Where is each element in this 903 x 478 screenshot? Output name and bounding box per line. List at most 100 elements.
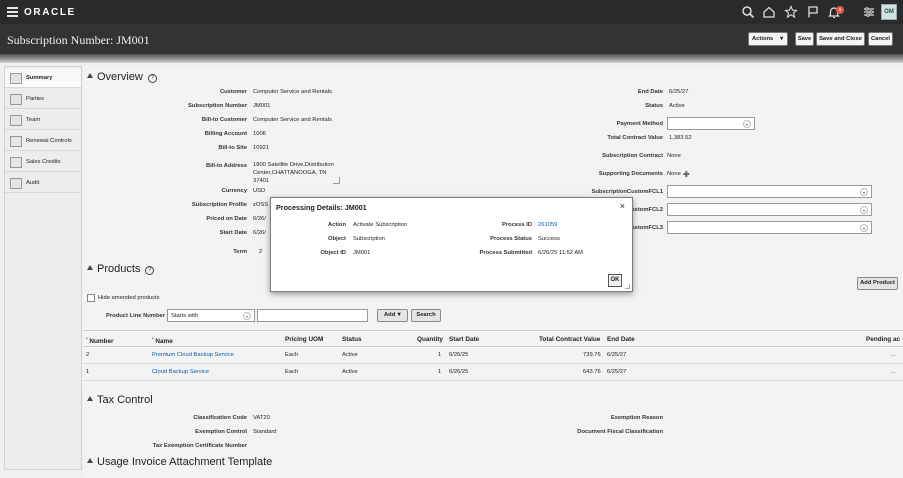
row-total-value: 643.76	[583, 369, 601, 375]
row-number: 2	[86, 352, 90, 358]
exemption-control-value: Standard	[253, 429, 277, 435]
save-and-close-button[interactable]: Save and Close	[816, 32, 865, 46]
sidebar-item-renewal-controls[interactable]: Renewal Controls	[5, 132, 81, 151]
object-label: Object	[327, 236, 346, 242]
customer-value: Computer Service and Rentals	[253, 89, 332, 95]
sidebar-item-sales-credits[interactable]: Sales Credits	[5, 153, 81, 172]
sidebar-item-label: Parties	[26, 96, 45, 102]
custom-fcl2-select[interactable]	[667, 203, 872, 216]
help-icon[interactable]: ?	[147, 74, 157, 83]
overview-section-header[interactable]: Overview?	[87, 71, 157, 83]
hide-amended-checkbox[interactable]	[87, 294, 95, 302]
ok-button[interactable]: OK	[608, 274, 622, 287]
row-pending-actions[interactable]: ...	[891, 369, 896, 375]
column-header-name[interactable]: * Name	[152, 336, 173, 345]
save-button[interactable]: Save	[795, 32, 814, 46]
tax-control-section-header[interactable]: Tax Control	[87, 394, 153, 406]
payment-method-label: Payment Method	[616, 121, 663, 127]
add-label: Add	[384, 312, 396, 318]
row-quantity: 1	[438, 369, 442, 375]
column-header-end-date[interactable]: End Date	[607, 336, 635, 343]
process-status-label: Process Status	[490, 236, 532, 242]
column-header-number[interactable]: * Number	[86, 336, 114, 345]
row-end-date: 6/25/27	[607, 352, 627, 358]
row-total-value: 739.76	[583, 352, 601, 358]
document-fiscal-classification-label: Document Fiscal Classification	[577, 429, 663, 435]
tax-exemption-certificate-label: Tax Exemption Certificate Number	[152, 443, 247, 449]
column-header-total-contract-value[interactable]: Total Contract Value	[539, 336, 600, 343]
search-icon[interactable]	[741, 5, 755, 19]
table-row[interactable]: 1 Cloud Backup Service Each Active 1 6/2…	[83, 364, 903, 381]
custom-fcl1-label: SubscriptionCustomFCL1	[591, 189, 664, 195]
actions-menu-button[interactable]: Actions ▾	[748, 32, 788, 46]
custom-fcl3-select[interactable]	[667, 221, 872, 234]
billing-account-value: 1006	[253, 131, 266, 137]
sidebar-item-summary[interactable]: Summary	[5, 69, 81, 88]
sidebar-item-audit[interactable]: Audit	[5, 174, 81, 193]
process-submitted-label: Process Submitted	[479, 250, 532, 256]
bill-to-address-line2: Center,CHATTANOOGA, TN	[253, 170, 327, 176]
subscription-profile-value: zOSS	[253, 202, 269, 208]
column-header-start-date[interactable]: Start Date	[449, 336, 479, 343]
column-header-pending-actions[interactable]: Pending ac	[866, 336, 900, 343]
column-header-status[interactable]: Status	[342, 336, 362, 343]
usage-invoice-section-header[interactable]: Usage Invoice Attachment Template	[87, 456, 272, 468]
add-product-button[interactable]: Add Product	[857, 277, 898, 290]
add-document-icon[interactable]: ✚	[683, 170, 690, 179]
end-date-value: 6/25/27	[669, 89, 689, 95]
user-avatar[interactable]: OM	[881, 4, 897, 20]
chevron-down-icon	[860, 224, 868, 232]
start-date-value: 6/26/	[253, 230, 266, 236]
page-title: Subscription Number: JM001	[7, 33, 150, 47]
settings-sliders-icon[interactable]	[862, 5, 876, 19]
page-header: Subscription Number: JM001 Actions ▾ Sav…	[0, 24, 903, 54]
status-value: Active	[669, 103, 685, 109]
sidebar-item-parties[interactable]: Parties	[5, 90, 81, 109]
close-icon[interactable]: ×	[620, 201, 625, 211]
row-status: Active	[342, 369, 358, 375]
row-status: Active	[342, 352, 358, 358]
hide-amended-label: Hide amended products	[98, 295, 160, 301]
flag-icon[interactable]	[806, 5, 820, 19]
column-header-quantity[interactable]: Quantity	[417, 336, 443, 343]
customer-label: Customer	[219, 89, 247, 95]
favorites-star-icon[interactable]	[784, 5, 798, 19]
product-name-link[interactable]: Premium Cloud Backup Service	[152, 352, 234, 358]
sidebar-item-team[interactable]: Team	[5, 111, 81, 130]
row-pending-actions[interactable]: ...	[891, 352, 896, 358]
usage-invoice-heading: Usage Invoice Attachment Template	[97, 456, 273, 468]
dialog-resize-handle-icon[interactable]	[625, 284, 630, 289]
column-header-pricing-uom[interactable]: Pricing UOM	[285, 336, 323, 343]
resize-handle-icon[interactable]	[333, 177, 340, 184]
caret-down-icon: ▼	[396, 312, 402, 318]
process-submitted-value: 6/26/25 11:52 AM	[538, 250, 584, 256]
custom-fcl1-select[interactable]	[667, 185, 872, 198]
end-date-label: End Date	[637, 89, 663, 95]
process-status-value: Success	[538, 236, 560, 242]
row-uom: Each	[285, 352, 299, 358]
table-row[interactable]: 2 Premium Cloud Backup Service Each Acti…	[83, 347, 903, 364]
row-start-date: 6/26/25	[449, 369, 469, 375]
products-heading: Products	[97, 263, 141, 275]
bill-to-customer-value: Computer Service and Rentals	[253, 117, 332, 123]
menu-icon[interactable]	[7, 7, 18, 17]
operator-select[interactable]: Starts with	[167, 309, 255, 322]
bill-to-address-label: Bill-to Address	[205, 163, 247, 169]
cancel-button[interactable]: Cancel	[868, 32, 893, 46]
payment-method-select[interactable]	[667, 117, 755, 130]
search-button[interactable]: Search	[411, 309, 441, 322]
process-id-link[interactable]: 261059	[538, 222, 557, 228]
help-icon[interactable]: ?	[145, 266, 155, 275]
add-menu-button[interactable]: Add ▼	[377, 309, 408, 322]
products-section-header[interactable]: Products?	[87, 263, 155, 275]
product-name-link[interactable]: Cloud Backup Service	[152, 369, 209, 375]
home-icon[interactable]	[762, 5, 776, 19]
subscription-contract-label: Subscription Contract	[602, 153, 663, 159]
bill-to-address-line1: 1800 Satellite Drive,Distribution	[253, 162, 334, 168]
sidebar-item-label: Team	[26, 117, 41, 123]
product-line-number-input[interactable]	[257, 309, 368, 322]
exemption-reason-label: Exemption Reason	[610, 415, 663, 421]
product-line-number-label: Product Line Number	[106, 313, 165, 319]
collapse-triangle-icon	[87, 396, 93, 401]
dialog-title: Processing Details: JM001	[276, 203, 367, 212]
